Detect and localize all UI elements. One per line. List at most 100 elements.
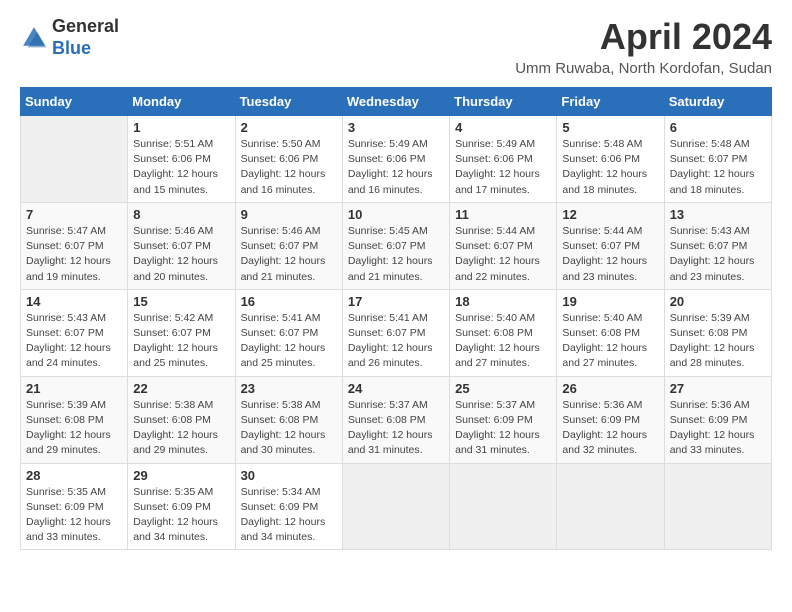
cell-content: Sunrise: 5:43 AM Sunset: 6:07 PM Dayligh… <box>26 311 122 372</box>
month-title: April 2024 <box>515 16 772 58</box>
week-row-1: 1Sunrise: 5:51 AM Sunset: 6:06 PM Daylig… <box>21 116 772 203</box>
calendar-cell: 13Sunrise: 5:43 AM Sunset: 6:07 PM Dayli… <box>664 202 771 289</box>
cell-content: Sunrise: 5:41 AM Sunset: 6:07 PM Dayligh… <box>241 311 337 372</box>
day-number: 21 <box>26 381 122 396</box>
day-number: 9 <box>241 207 337 222</box>
calendar-cell: 30 Sunrise: 5:34 AM Sunset: 6:09 PM Dayli… <box>235 463 342 550</box>
cell-content: Sunrise: 5:44 AM Sunset: 6:07 PM Dayligh… <box>562 224 658 285</box>
day-number: 7 <box>26 207 122 222</box>
day-number: 1 <box>133 120 229 135</box>
cell-content: Sunrise: 5:44 AM Sunset: 6:07 PM Dayligh… <box>455 224 551 285</box>
cell-content: Sunrise: 5:49 AM Sunset: 6:06 PM Dayligh… <box>348 137 444 198</box>
calendar-cell: 18 Sunrise: 5:40 AM Sunset: 6:08 PM Dayli… <box>450 289 557 376</box>
cell-content: Sunrise: 5:42 AM Sunset: 6:07 PM Dayligh… <box>133 311 229 372</box>
cell-content: Sunrise: 5:39 AM Sunset: 6:08 PM Dayligh… <box>26 398 122 459</box>
day-number: 26 <box>562 381 658 396</box>
logo: General Blue <box>20 16 119 59</box>
cell-content: Sunrise: 5:35 AM Sunset: 6:09 PM Dayligh… <box>133 485 229 546</box>
day-number: 11 <box>455 207 551 222</box>
cell-content: Sunrise: 5:50 AM Sunset: 6:06 PM Dayligh… <box>241 137 337 198</box>
day-number: 10 <box>348 207 444 222</box>
calendar-cell: 5Sunrise: 5:48 AM Sunset: 6:06 PM Daylig… <box>557 116 664 203</box>
calendar-cell: 16 Sunrise: 5:41 AM Sunset: 6:07 PM Dayli… <box>235 289 342 376</box>
header-cell-friday: Friday <box>557 88 664 116</box>
cell-content: Sunrise: 5:48 AM Sunset: 6:07 PM Dayligh… <box>670 137 766 198</box>
cell-content: Sunrise: 5:48 AM Sunset: 6:06 PM Dayligh… <box>562 137 658 198</box>
day-number: 25 <box>455 381 551 396</box>
calendar-cell: 19Sunrise: 5:40 AM Sunset: 6:08 PM Dayli… <box>557 289 664 376</box>
week-row-2: 7 Sunrise: 5:47 AM Sunset: 6:07 PM Daylig… <box>21 202 772 289</box>
calendar-cell: 7 Sunrise: 5:47 AM Sunset: 6:07 PM Daylig… <box>21 202 128 289</box>
cell-content: Sunrise: 5:37 AM Sunset: 6:08 PM Dayligh… <box>348 398 444 459</box>
cell-content: Sunrise: 5:43 AM Sunset: 6:07 PM Dayligh… <box>670 224 766 285</box>
cell-content: Sunrise: 5:36 AM Sunset: 6:09 PM Dayligh… <box>562 398 658 459</box>
cell-content: Sunrise: 5:40 AM Sunset: 6:08 PM Dayligh… <box>562 311 658 372</box>
day-number: 14 <box>26 294 122 309</box>
calendar-cell: 3Sunrise: 5:49 AM Sunset: 6:06 PM Daylig… <box>342 116 449 203</box>
day-number: 29 <box>133 468 229 483</box>
day-number: 28 <box>26 468 122 483</box>
calendar-cell: 15 Sunrise: 5:42 AM Sunset: 6:07 PM Dayli… <box>128 289 235 376</box>
calendar-cell: 22Sunrise: 5:38 AM Sunset: 6:08 PM Dayli… <box>128 376 235 463</box>
day-number: 30 <box>241 468 337 483</box>
cell-content: Sunrise: 5:47 AM Sunset: 6:07 PM Dayligh… <box>26 224 122 285</box>
calendar-cell: 1Sunrise: 5:51 AM Sunset: 6:06 PM Daylig… <box>128 116 235 203</box>
cell-content: Sunrise: 5:35 AM Sunset: 6:09 PM Dayligh… <box>26 485 122 546</box>
day-number: 17 <box>348 294 444 309</box>
calendar-cell <box>664 463 771 550</box>
day-number: 16 <box>241 294 337 309</box>
calendar-cell: 8 Sunrise: 5:46 AM Sunset: 6:07 PM Daylig… <box>128 202 235 289</box>
cell-content: Sunrise: 5:34 AM Sunset: 6:09 PM Dayligh… <box>241 485 337 546</box>
cell-content: Sunrise: 5:37 AM Sunset: 6:09 PM Dayligh… <box>455 398 551 459</box>
header-cell-tuesday: Tuesday <box>235 88 342 116</box>
logo-general: General <box>52 16 119 38</box>
day-number: 24 <box>348 381 444 396</box>
calendar-cell: 26 Sunrise: 5:36 AM Sunset: 6:09 PM Dayli… <box>557 376 664 463</box>
calendar-cell: 23 Sunrise: 5:38 AM Sunset: 6:08 PM Dayli… <box>235 376 342 463</box>
day-number: 2 <box>241 120 337 135</box>
logo-icon <box>20 24 48 52</box>
logo-text: General Blue <box>52 16 119 59</box>
calendar-cell: 25 Sunrise: 5:37 AM Sunset: 6:09 PM Dayli… <box>450 376 557 463</box>
calendar-cell: 9 Sunrise: 5:46 AM Sunset: 6:07 PM Daylig… <box>235 202 342 289</box>
calendar-cell: 29 Sunrise: 5:35 AM Sunset: 6:09 PM Dayli… <box>128 463 235 550</box>
header-cell-monday: Monday <box>128 88 235 116</box>
cell-content: Sunrise: 5:38 AM Sunset: 6:08 PM Dayligh… <box>241 398 337 459</box>
day-number: 4 <box>455 120 551 135</box>
week-row-5: 28 Sunrise: 5:35 AM Sunset: 6:09 PM Dayli… <box>21 463 772 550</box>
cell-content: Sunrise: 5:40 AM Sunset: 6:08 PM Dayligh… <box>455 311 551 372</box>
calendar-cell: 11 Sunrise: 5:44 AM Sunset: 6:07 PM Dayli… <box>450 202 557 289</box>
day-number: 8 <box>133 207 229 222</box>
header-cell-sunday: Sunday <box>21 88 128 116</box>
page-container: General Blue April 2024 Umm Ruwaba, Nort… <box>0 0 792 566</box>
week-row-3: 14 Sunrise: 5:43 AM Sunset: 6:07 PM Dayli… <box>21 289 772 376</box>
calendar-cell <box>557 463 664 550</box>
header-cell-saturday: Saturday <box>664 88 771 116</box>
cell-content: Sunrise: 5:46 AM Sunset: 6:07 PM Dayligh… <box>241 224 337 285</box>
header-cell-wednesday: Wednesday <box>342 88 449 116</box>
calendar-cell <box>450 463 557 550</box>
cell-content: Sunrise: 5:36 AM Sunset: 6:09 PM Dayligh… <box>670 398 766 459</box>
location: Umm Ruwaba, North Kordofan, Sudan <box>515 60 772 77</box>
cell-content: Sunrise: 5:46 AM Sunset: 6:07 PM Dayligh… <box>133 224 229 285</box>
calendar-cell: 21 Sunrise: 5:39 AM Sunset: 6:08 PM Dayli… <box>21 376 128 463</box>
calendar-cell: 14 Sunrise: 5:43 AM Sunset: 6:07 PM Dayli… <box>21 289 128 376</box>
day-number: 15 <box>133 294 229 309</box>
calendar-cell: 20Sunrise: 5:39 AM Sunset: 6:08 PM Dayli… <box>664 289 771 376</box>
calendar-cell: 12 Sunrise: 5:44 AM Sunset: 6:07 PM Dayli… <box>557 202 664 289</box>
day-number: 23 <box>241 381 337 396</box>
day-number: 18 <box>455 294 551 309</box>
calendar-cell: 2 Sunrise: 5:50 AM Sunset: 6:06 PM Daylig… <box>235 116 342 203</box>
calendar-cell: 27 Sunrise: 5:36 AM Sunset: 6:09 PM Dayli… <box>664 376 771 463</box>
calendar-cell: 28 Sunrise: 5:35 AM Sunset: 6:09 PM Dayli… <box>21 463 128 550</box>
calendar-body: 1Sunrise: 5:51 AM Sunset: 6:06 PM Daylig… <box>21 116 772 550</box>
week-row-4: 21 Sunrise: 5:39 AM Sunset: 6:08 PM Dayli… <box>21 376 772 463</box>
calendar-table: SundayMondayTuesdayWednesdayThursdayFrid… <box>20 87 772 550</box>
cell-content: Sunrise: 5:41 AM Sunset: 6:07 PM Dayligh… <box>348 311 444 372</box>
calendar-cell: 24 Sunrise: 5:37 AM Sunset: 6:08 PM Dayli… <box>342 376 449 463</box>
day-number: 27 <box>670 381 766 396</box>
header-row: SundayMondayTuesdayWednesdayThursdayFrid… <box>21 88 772 116</box>
day-number: 12 <box>562 207 658 222</box>
header-cell-thursday: Thursday <box>450 88 557 116</box>
calendar-cell <box>342 463 449 550</box>
